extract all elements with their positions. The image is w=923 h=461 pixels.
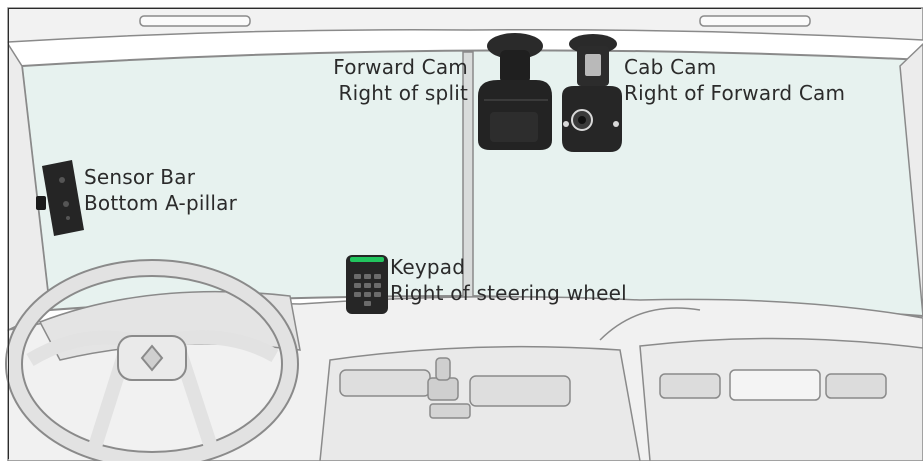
sensor-bar-name: Sensor Bar	[84, 165, 196, 189]
cab-cam-callout: Cab Cam Right of Forward Cam	[624, 54, 845, 106]
forward-cam-callout: Forward Cam Right of split	[333, 54, 468, 106]
cab-frame	[7, 7, 923, 43]
keypad-callout: Keypad Right of steering wheel	[390, 254, 627, 306]
dashcam-icon	[478, 33, 552, 150]
sensor-bar-callout: Sensor Bar Bottom A-pillar	[84, 164, 237, 216]
forward-cam-name: Forward Cam	[333, 55, 468, 79]
keypad-icon	[346, 255, 388, 314]
forward-cam-location: Right of split	[338, 81, 468, 105]
keypad-location: Right of steering wheel	[390, 281, 627, 305]
cab-cam-name: Cab Cam	[624, 55, 717, 79]
keypad-name: Keypad	[390, 255, 466, 279]
cab-cam-location: Right of Forward Cam	[624, 81, 846, 105]
sensor-bar-location: Bottom A-pillar	[84, 191, 238, 215]
